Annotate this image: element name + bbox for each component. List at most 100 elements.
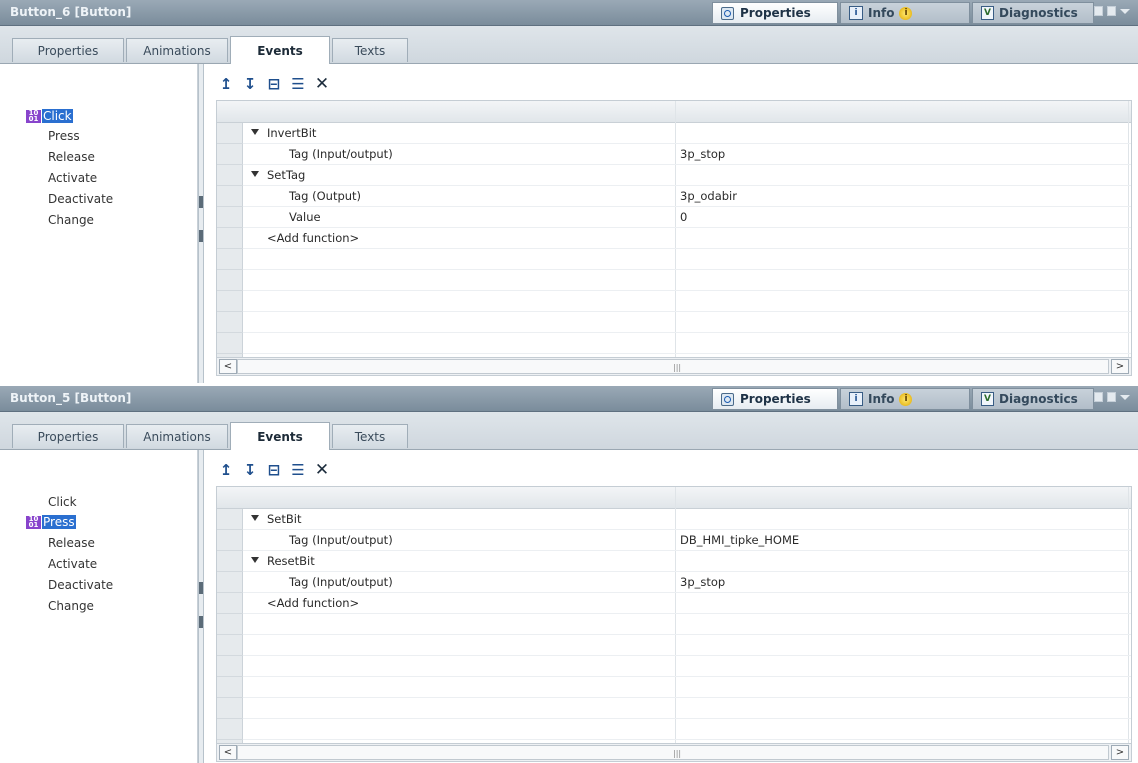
- collapse-right-handle[interactable]: [199, 616, 203, 628]
- table-row[interactable]: [217, 333, 1131, 354]
- event-item-press[interactable]: 10 01 Press: [26, 512, 76, 532]
- table-row[interactable]: [217, 312, 1131, 333]
- collapse-right-handle[interactable]: [199, 230, 203, 242]
- expand-caret-icon[interactable]: [251, 515, 259, 525]
- parameter-value[interactable]: 3p_stop: [680, 575, 725, 589]
- expand-caret-icon[interactable]: [251, 557, 259, 567]
- minimize-window-icon[interactable]: [1107, 6, 1116, 16]
- collapse-all-icon[interactable]: ⊟: [264, 74, 284, 94]
- subtab-events[interactable]: Events: [230, 36, 330, 64]
- event-item-click[interactable]: Click: [48, 492, 77, 512]
- table-row[interactable]: [217, 614, 1131, 635]
- tab-diagnostics[interactable]: V Diagnostics: [972, 2, 1094, 24]
- expand-caret-icon[interactable]: [251, 171, 259, 181]
- diagnostics-icon: V: [981, 6, 994, 20]
- event-item-change[interactable]: Change: [48, 596, 94, 616]
- expand-all-icon[interactable]: ☰: [288, 74, 308, 94]
- delete-icon[interactable]: ✕: [312, 74, 332, 94]
- table-row[interactable]: InvertBit: [217, 123, 1131, 144]
- tab-properties[interactable]: Properties: [712, 388, 838, 410]
- delete-icon[interactable]: ✕: [312, 460, 332, 480]
- event-item-release[interactable]: Release: [48, 147, 95, 167]
- collapse-all-icon[interactable]: ⊟: [264, 460, 284, 480]
- parameter-value[interactable]: 3p_odabir: [680, 189, 737, 203]
- table-row[interactable]: [217, 270, 1131, 291]
- table-row[interactable]: SetBit: [217, 509, 1131, 530]
- function-name: SetBit: [267, 512, 302, 526]
- event-item-change[interactable]: Change: [48, 210, 94, 230]
- tab-info[interactable]: i Info i: [840, 388, 970, 410]
- table-row[interactable]: [217, 677, 1131, 698]
- expand-all-icon[interactable]: ☰: [288, 460, 308, 480]
- panel-splitter[interactable]: [198, 64, 204, 383]
- scroll-right-icon[interactable]: >: [1111, 745, 1129, 760]
- table-row[interactable]: [217, 698, 1131, 719]
- function-list-table: SetBit Tag (Input/output) DB_HMI_tipke_HOM…: [216, 486, 1132, 744]
- subtab-texts[interactable]: Texts: [332, 424, 408, 448]
- table-row[interactable]: Tag (Input/output) 3p_stop: [217, 144, 1131, 165]
- table-row[interactable]: Tag (Input/output) DB_HMI_tipke_HOME: [217, 530, 1131, 551]
- add-function-button[interactable]: <Add function>: [267, 231, 359, 245]
- inspector-tab-label: Diagnostics: [999, 6, 1078, 20]
- event-item-label: Deactivate: [48, 578, 114, 592]
- move-down-icon[interactable]: ↧: [240, 74, 260, 94]
- subtab-events[interactable]: Events: [230, 422, 330, 450]
- move-down-icon[interactable]: ↧: [240, 460, 260, 480]
- table-row[interactable]: SetTag: [217, 165, 1131, 186]
- panel-splitter[interactable]: [198, 450, 204, 763]
- properties-panel-button-6: Button_6 [Button] Properties i Info i V Diagno…: [0, 0, 1138, 383]
- table-header: [217, 101, 1131, 123]
- parameter-value[interactable]: 3p_stop: [680, 147, 725, 161]
- add-function-button[interactable]: <Add function>: [267, 596, 359, 610]
- collapse-left-handle[interactable]: [199, 196, 203, 208]
- table-row[interactable]: [217, 291, 1131, 312]
- float-window-icon[interactable]: [1094, 6, 1103, 16]
- expand-caret-icon[interactable]: [251, 129, 259, 139]
- event-item-deactivate[interactable]: Deactivate: [48, 575, 113, 595]
- row-header-cell: [217, 123, 243, 144]
- subtab-properties[interactable]: Properties: [12, 424, 124, 448]
- table-row[interactable]: [217, 719, 1131, 740]
- horizontal-scrollbar[interactable]: < ||| >: [216, 358, 1132, 376]
- inspector-tab-label: Properties: [740, 392, 811, 406]
- event-item-release[interactable]: Release: [48, 533, 95, 553]
- tab-properties[interactable]: Properties: [712, 2, 838, 24]
- tab-info[interactable]: i Info i: [840, 2, 970, 24]
- diagnostics-icon: V: [981, 392, 994, 406]
- subtab-properties[interactable]: Properties: [12, 38, 124, 62]
- chevron-down-icon[interactable]: [1120, 395, 1130, 405]
- table-row[interactable]: Value 0: [217, 207, 1131, 228]
- chevron-down-icon[interactable]: [1120, 9, 1130, 19]
- move-up-icon[interactable]: ↥: [216, 460, 236, 480]
- table-row[interactable]: Tag (Input/output) 3p_stop: [217, 572, 1131, 593]
- event-item-activate[interactable]: Activate: [48, 554, 97, 574]
- table-row[interactable]: <Add function>: [217, 228, 1131, 249]
- tab-diagnostics[interactable]: V Diagnostics: [972, 388, 1094, 410]
- table-row[interactable]: [217, 656, 1131, 677]
- subtab-texts[interactable]: Texts: [332, 38, 408, 62]
- collapse-left-handle[interactable]: [199, 582, 203, 594]
- subtab-animations[interactable]: Animations: [126, 38, 228, 62]
- event-item-press[interactable]: Press: [48, 126, 80, 146]
- table-row[interactable]: [217, 635, 1131, 656]
- scroll-left-icon[interactable]: <: [219, 745, 237, 760]
- event-item-activate[interactable]: Activate: [48, 168, 97, 188]
- subtab-animations[interactable]: Animations: [126, 424, 228, 448]
- table-row[interactable]: [217, 249, 1131, 270]
- parameter-value[interactable]: DB_HMI_tipke_HOME: [680, 533, 799, 547]
- event-item-deactivate[interactable]: Deactivate: [48, 189, 113, 209]
- event-item-click[interactable]: 10 01 Click: [26, 106, 73, 126]
- scroll-thumb[interactable]: |||: [237, 745, 1109, 760]
- table-row[interactable]: Tag (Output) 3p_odabir: [217, 186, 1131, 207]
- scroll-right-icon[interactable]: >: [1111, 359, 1129, 374]
- scroll-left-icon[interactable]: <: [219, 359, 237, 374]
- table-row[interactable]: <Add function>: [217, 593, 1131, 614]
- horizontal-scrollbar[interactable]: < ||| >: [216, 744, 1132, 762]
- move-up-icon[interactable]: ↥: [216, 74, 236, 94]
- parameter-value[interactable]: 0: [680, 210, 687, 224]
- table-row[interactable]: ResetBit: [217, 551, 1131, 572]
- row-header-cell: [217, 228, 243, 249]
- float-window-icon[interactable]: [1094, 392, 1103, 402]
- minimize-window-icon[interactable]: [1107, 392, 1116, 402]
- scroll-thumb[interactable]: |||: [237, 359, 1109, 374]
